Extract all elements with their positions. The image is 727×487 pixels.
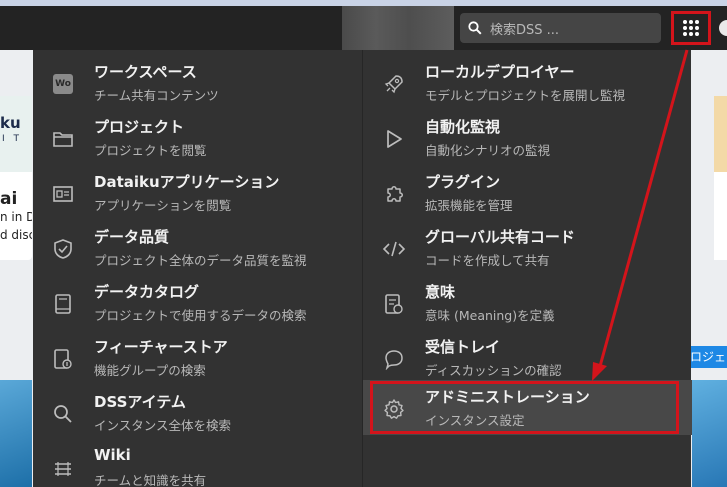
menu-item-dss-items[interactable]: DSSアイテム インスタンス全体を検索: [33, 385, 362, 440]
menu-item-feature-store[interactable]: フィーチャーストア 機能グループの検索: [33, 330, 362, 385]
card-line: d disco: [0, 228, 32, 242]
puzzle-icon: [382, 182, 406, 206]
menu-item-inbox[interactable]: 受信トレイ ディスカッションの確認: [363, 330, 692, 385]
menu-item-title: Wiki: [94, 446, 131, 464]
menu-item-wiki[interactable]: Wiki チームと知識を共有: [33, 440, 362, 487]
menu-item-subtitle: 機能グループの検索: [94, 363, 206, 378]
code-icon: [382, 237, 406, 261]
menu-item-title: ワークスペース: [94, 63, 197, 81]
menu-item-title: プラグイン: [425, 173, 501, 191]
background-card-right-image: [714, 96, 727, 172]
search-input[interactable]: 検索DSS ...: [460, 13, 661, 43]
menu-item-plugins[interactable]: プラグイン 拡張機能を管理: [363, 165, 692, 220]
menu-item-subtitle: プロジェクト全体のデータ品質を監視: [94, 253, 307, 268]
search-icon: [468, 21, 482, 35]
menu-item-title: DSSアイテム: [94, 393, 186, 411]
menu-item-local-deployer[interactable]: ローカルデプロイヤー モデルとプロジェクトを展開し監視: [363, 55, 692, 110]
background-image-right: [692, 380, 727, 487]
menu-item-subtitle: プロジェクトで使用するデータの検索: [94, 308, 307, 323]
chat-icon: [382, 347, 406, 371]
menu-item-title: データカタログ: [94, 283, 200, 301]
menu-item-title: 意味: [425, 283, 456, 301]
menu-item-title: プロジェクト: [94, 118, 185, 136]
menu-item-subtitle: プロジェクトを閲覧: [94, 143, 207, 158]
apps-menu-button[interactable]: [671, 11, 711, 45]
menu-item-subtitle: 拡張機能を管理: [425, 198, 513, 213]
card-logo-subtext: I T: [2, 134, 23, 144]
background-card-left-image: ku I T: [0, 96, 32, 172]
menu-item-subtitle: ディスカッションの確認: [425, 363, 562, 378]
background-card-left-text: ai n in Du d disco: [0, 190, 32, 244]
feature-store-icon: [51, 347, 75, 371]
wiki-icon: [51, 457, 75, 481]
card-title: ai: [0, 190, 18, 209]
menu-item-subtitle: アプリケーションを閲覧: [94, 198, 232, 213]
menu-item-data-catalog[interactable]: データカタログ プロジェクトで使用するデータの検索: [33, 275, 362, 330]
application-icon: [51, 182, 75, 206]
workspace-badge-icon: Wo: [51, 72, 75, 96]
menu-item-automation-monitoring[interactable]: 自動化監視 自動化シナリオの監視: [363, 110, 692, 165]
card-logo-text: ku: [0, 114, 21, 132]
menu-item-title: グローバル共有コード: [425, 228, 575, 246]
blurred-region: [342, 6, 454, 50]
shield-check-icon: [51, 237, 75, 261]
menu-item-dataiku-applications[interactable]: Dataikuアプリケーション アプリケーションを閲覧: [33, 165, 362, 220]
menu-item-projects[interactable]: プロジェクト プロジェクトを閲覧: [33, 110, 362, 165]
menu-item-meaning[interactable]: 意味 意味 (Meaning)を定義: [363, 275, 692, 330]
menu-item-title: データ品質: [94, 228, 170, 246]
menu-item-data-quality[interactable]: データ品質 プロジェクト全体のデータ品質を監視: [33, 220, 362, 275]
book-icon: [51, 292, 75, 316]
card-line: n in Du: [0, 210, 32, 224]
menu-item-subtitle: インスタンス全体を検索: [94, 418, 232, 433]
menu-item-workspace[interactable]: Wo ワークスペース チーム共有コンテンツ: [33, 55, 362, 110]
background-image-left: [0, 380, 32, 487]
menu-item-subtitle: コードを作成して共有: [425, 253, 550, 268]
menu-item-title: Dataikuアプリケーション: [94, 173, 280, 191]
menu-item-subtitle: チームと知識を共有: [94, 473, 207, 487]
search-icon: [51, 402, 75, 426]
meaning-icon: [382, 292, 406, 316]
search-placeholder: 検索DSS ...: [490, 22, 560, 38]
rocket-icon: [382, 72, 406, 96]
menu-item-subtitle: 自動化シナリオの監視: [425, 143, 551, 158]
menu-item-title: 受信トレイ: [425, 338, 501, 356]
menu-item-subtitle: モデルとプロジェクトを展開し監視: [425, 88, 626, 103]
menu-item-title: フィーチャーストア: [94, 338, 228, 356]
folder-icon: [51, 127, 75, 151]
menu-item-subtitle: チーム共有コンテンツ: [94, 88, 219, 103]
menu-item-title: ローカルデプロイヤー: [425, 63, 575, 81]
menu-item-global-shared-code[interactable]: グローバル共有コード コードを作成して共有: [363, 220, 692, 275]
apps-grid-icon: [683, 20, 699, 36]
administration-highlight-box: [370, 381, 679, 434]
menu-item-subtitle: 意味 (Meaning)を定義: [425, 308, 555, 323]
play-icon: [382, 127, 406, 151]
menu-item-title: 自動化監視: [425, 118, 501, 136]
